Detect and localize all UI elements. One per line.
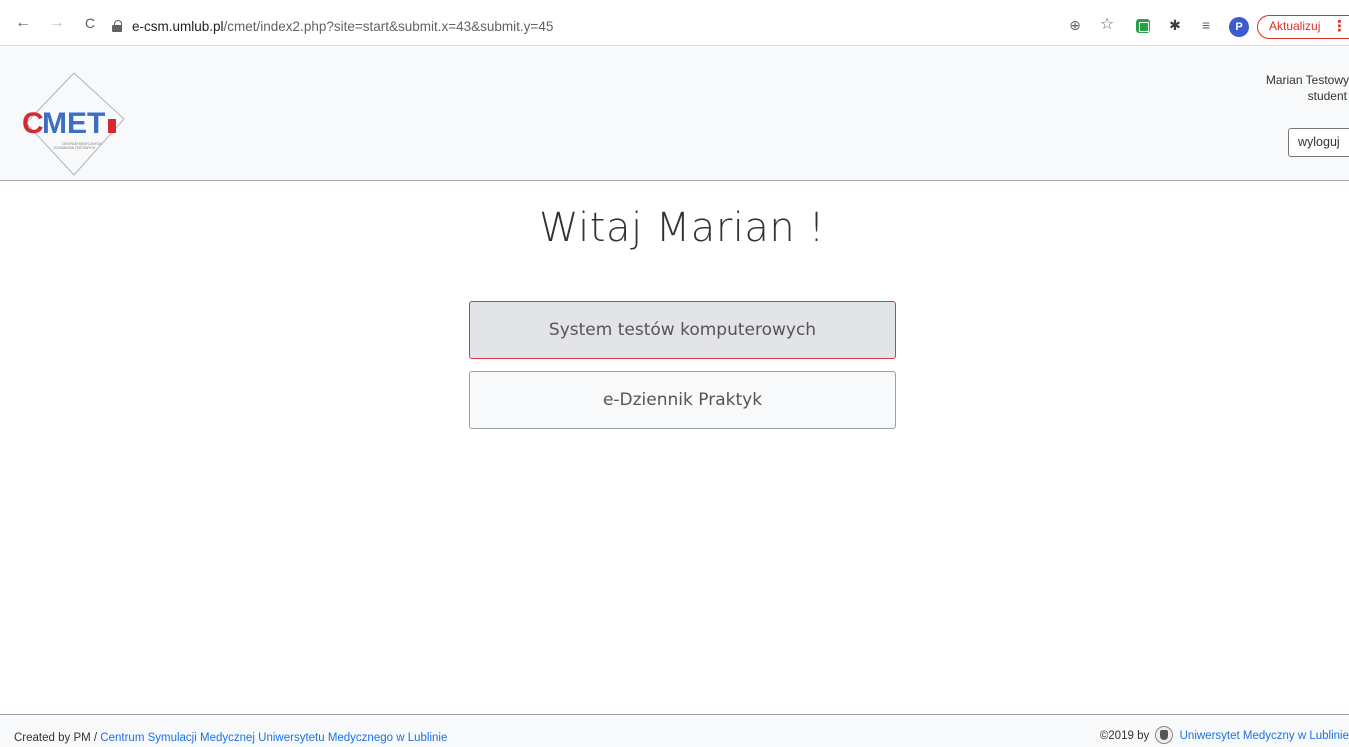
university-crest-icon — [1155, 726, 1174, 744]
reload-icon[interactable]: C — [81, 14, 99, 32]
copyright-text: ©2019 by — [1099, 730, 1150, 742]
computer-tests-button[interactable]: System testów komputerowych — [469, 301, 896, 359]
bookmark-star-icon[interactable]: ☆ — [1098, 16, 1116, 34]
profile-avatar[interactable]: P — [1229, 17, 1249, 37]
logout-button[interactable]: wyloguj — [1288, 128, 1349, 157]
site-header: C MET CENTRUM MEDYCZNYCH EGZAMINÓW TESTO… — [0, 47, 1349, 181]
media-playlist-icon[interactable]: ≡ — [1197, 16, 1215, 34]
zoom-icon[interactable]: ⊕ — [1066, 16, 1084, 34]
url-host: e-csm.umlub.pl — [132, 19, 224, 34]
footer-copyright: ©2019 by Uniwersytet Medyczny w Lublinie — [1100, 726, 1349, 744]
lock-icon — [112, 20, 122, 32]
forward-arrow-icon[interactable]: → — [48, 14, 66, 32]
logo-letters-met: MET — [42, 107, 105, 140]
back-arrow-icon[interactable]: ← — [14, 14, 32, 32]
practice-diary-button[interactable]: e-Dziennik Praktyk — [469, 371, 896, 429]
url-path: /cmet/index2.php?site=start&submit.x=43&… — [223, 19, 554, 34]
browser-toolbar: ← → C e-csm.umlub.pl/cmet/index2.php?sit… — [0, 0, 1349, 46]
simulation-center-link[interactable]: Centrum Symulacji Medycznej Uniwersytetu… — [100, 732, 447, 744]
user-name: Marian Testowy — [1265, 73, 1349, 87]
address-bar[interactable]: e-csm.umlub.pl/cmet/index2.php?site=star… — [112, 16, 1112, 38]
footer-credits: Created by PM / Centrum Symulacji Medycz… — [14, 732, 447, 744]
welcome-heading: Witaj Marian ! — [538, 205, 825, 251]
extensions-puzzle-icon[interactable]: ✱ — [1166, 16, 1184, 34]
browser-menu-icon[interactable]: ⋮ — [1332, 18, 1347, 36]
cmet-logo[interactable]: C MET CENTRUM MEDYCZNYCH EGZAMINÓW TESTO… — [22, 71, 142, 177]
created-by-text: Created by PM / — [14, 732, 101, 744]
university-link[interactable]: Uniwersytet Medyczny w Lublinie — [1180, 730, 1349, 742]
extension-green-icon[interactable] — [1136, 19, 1150, 33]
site-footer: Created by PM / Centrum Symulacji Medycz… — [0, 714, 1349, 747]
logo-subtitle-2: EGZAMINÓW TESTOWYCH — [54, 145, 96, 150]
logo-letter-c: C — [22, 107, 44, 140]
user-role: student — [1307, 89, 1347, 103]
